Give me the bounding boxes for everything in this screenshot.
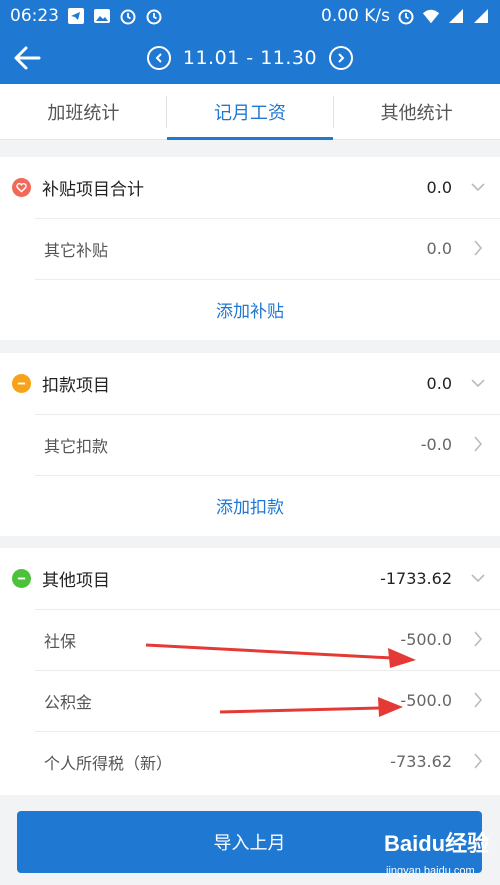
item-value: -500.0	[400, 691, 452, 710]
deduction-section: 扣款项目 0.0 其它扣款 -0.0 添加扣款	[0, 353, 500, 536]
wifi-icon	[422, 7, 440, 25]
item-label: 个人所得税（新）	[44, 753, 173, 773]
date-range-selector: 11.01 - 11.30	[0, 32, 500, 84]
alarm-icon	[119, 7, 137, 25]
baidu-watermark: Baidu经验 jingyan.baidu.com	[384, 826, 494, 882]
image-icon	[93, 7, 111, 25]
telegram-icon	[67, 7, 85, 25]
other-item-housing-fund[interactable]: 公积金 -500.0	[0, 670, 500, 731]
other-items-header[interactable]: 其他项目 -1733.62	[0, 548, 500, 609]
item-value: -0.0	[420, 435, 452, 454]
tab-divider	[333, 96, 334, 128]
other-items-section: 其他项目 -1733.62 社保 -500.0 公积金 -500.0 个人所得税…	[0, 548, 500, 795]
divider	[35, 475, 500, 476]
tab-label: 加班统计	[47, 102, 120, 124]
network-speed: 0.00 K/s	[321, 6, 390, 26]
other-items-title: 其他项目	[42, 571, 110, 591]
item-label: 其它扣款	[44, 436, 109, 456]
tab-bar: 加班统计 记月工资 其他统计	[0, 84, 500, 140]
tab-other-stats[interactable]: 其他统计	[333, 84, 500, 139]
item-value: -500.0	[400, 630, 452, 649]
chevron-right-icon	[474, 240, 483, 256]
divider	[35, 279, 500, 280]
item-label: 其它补贴	[44, 240, 109, 260]
allowance-total: 0.0	[426, 178, 452, 197]
chevron-right-icon	[474, 692, 483, 708]
tab-label: 记月工资	[214, 102, 286, 124]
status-time: 06:23	[10, 6, 59, 26]
item-label: 社保	[44, 631, 77, 651]
deduction-total: 0.0	[426, 374, 452, 393]
signal-icon	[447, 7, 465, 25]
prev-month-button[interactable]	[146, 46, 171, 70]
watermark-url: jingyan.baidu.com	[386, 865, 475, 877]
item-value: 0.0	[426, 239, 452, 258]
chevron-right-icon	[474, 753, 483, 769]
tab-monthly-salary[interactable]: 记月工资	[166, 84, 334, 140]
chevron-down-icon	[471, 379, 485, 388]
date-range-label: 11.01 - 11.30	[182, 47, 318, 69]
chevron-right-icon	[338, 53, 345, 63]
add-allowance-button[interactable]: 添加补贴	[0, 279, 500, 340]
item-value: -733.62	[390, 752, 452, 771]
deduction-header[interactable]: 扣款项目 0.0	[0, 353, 500, 414]
item-label: 公积金	[44, 692, 93, 712]
signal-icon	[472, 7, 490, 25]
chevron-right-icon	[474, 631, 483, 647]
deduction-item-other[interactable]: 其它扣款 -0.0	[0, 414, 500, 475]
tab-divider	[166, 96, 167, 128]
status-bar: 06:23 0.00 K/s	[0, 0, 500, 32]
nav-bar: 11.01 - 11.30	[0, 32, 500, 84]
other-items-total: -1733.62	[380, 569, 452, 588]
other-item-social-insurance[interactable]: 社保 -500.0	[0, 609, 500, 670]
heart-icon	[12, 178, 31, 197]
allowance-item-other[interactable]: 其它补贴 0.0	[0, 218, 500, 279]
allowance-title: 补贴项目合计	[42, 180, 144, 200]
minus-circle-icon	[12, 374, 31, 393]
next-month-button[interactable]	[329, 46, 354, 70]
chevron-right-icon	[474, 436, 483, 452]
watermark-brand: Baidu经验	[384, 831, 490, 856]
minus-circle-icon	[12, 569, 31, 588]
chevron-down-icon	[471, 574, 485, 583]
alarm-icon	[397, 7, 415, 25]
deduction-title: 扣款项目	[42, 376, 110, 396]
chevron-left-icon	[155, 53, 162, 63]
allowance-header[interactable]: 补贴项目合计 0.0	[0, 157, 500, 218]
chevron-down-icon	[471, 183, 485, 192]
tab-overtime-stats[interactable]: 加班统计	[0, 84, 167, 139]
other-item-income-tax[interactable]: 个人所得税（新） -733.62	[0, 731, 500, 792]
allowance-section: 补贴项目合计 0.0 其它补贴 0.0 添加补贴	[0, 157, 500, 340]
alarm-icon	[145, 7, 163, 25]
tab-label: 其他统计	[380, 102, 453, 124]
add-deduction-button[interactable]: 添加扣款	[0, 475, 500, 536]
